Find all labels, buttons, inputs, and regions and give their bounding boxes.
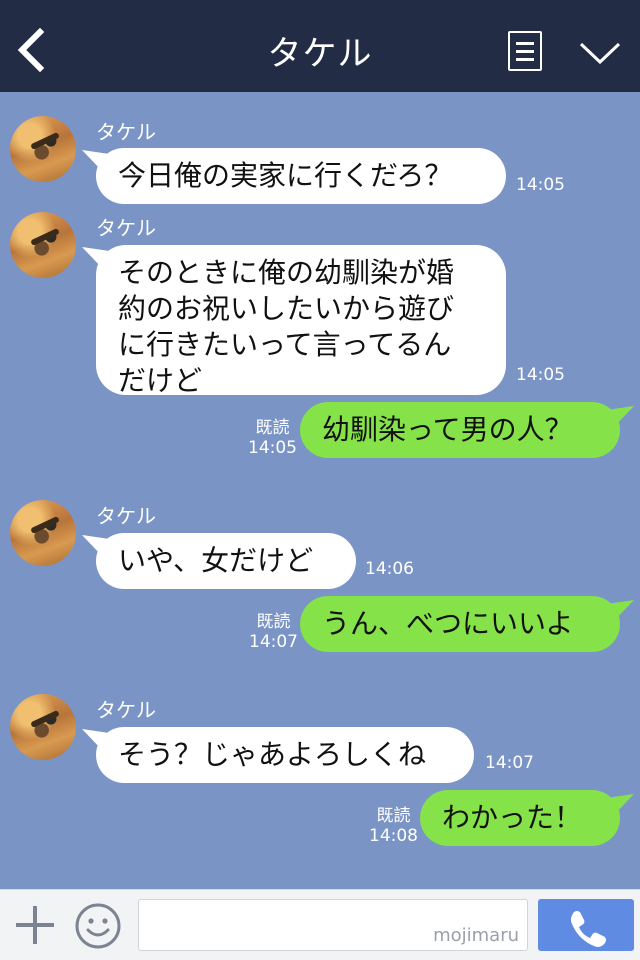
watermark-text: mojimaru [433,925,519,946]
message-bubble-incoming[interactable]: 今日俺の実家に行くだろ？ [96,148,506,204]
sender-name: タケル [96,216,156,240]
message-time: 14:08 [369,826,418,846]
message-time: 14:07 [485,753,534,773]
message-text-line: に行きたいって言ってるん [118,328,452,361]
message-text: わかった！ [442,801,583,834]
message-list[interactable]: タケル 今日俺の実家に行くだろ？ 14:05 タケル そのときに俺の幼馴染が婚 … [0,92,640,889]
back-chevron-icon[interactable] [14,28,50,72]
read-label: 既読 [256,612,291,632]
message-bubble-outgoing[interactable]: わかった！ [420,790,620,846]
read-receipt: 既読 14:08 [369,806,418,846]
smiley-icon[interactable] [74,902,122,950]
chevron-down-icon[interactable] [578,36,622,70]
read-receipt: 既読 14:07 [249,612,298,652]
message-text: うん、べつにいいよ [322,607,574,640]
chat-title: タケル [267,34,373,74]
avatar[interactable] [10,500,76,566]
menu-list-icon[interactable] [508,31,542,71]
read-label: 既読 [376,806,411,826]
message-time: 14:05 [516,365,565,385]
message-input[interactable]: mojimaru [138,899,528,951]
message-text-line: だけど [118,364,203,397]
read-receipt: 既読 14:05 [248,418,297,458]
message-bubble-incoming[interactable]: そう？じゃあよろしくね [96,727,474,783]
message-text: 今日俺の実家に行くだろ？ [118,159,453,192]
message-time: 14:05 [516,175,565,195]
sender-name: タケル [96,504,156,528]
message-bubble-outgoing[interactable]: 幼馴染って男の人？ [300,402,620,458]
message-time: 14:06 [365,559,414,579]
message-bubble-outgoing[interactable]: うん、べつにいいよ [300,596,620,652]
chat-header: タケル [0,0,640,92]
avatar[interactable] [10,694,76,760]
message-bubble-incoming[interactable]: そのときに俺の幼馴染が婚 約のお祝いしたいから遊び に行きたいって言ってるん だ… [96,245,506,397]
message-text-line: そのときに俺の幼馴染が婚 [118,256,455,289]
message-bubble-incoming[interactable]: いや、女だけど [96,533,356,589]
sender-name: タケル [96,120,156,144]
message-text: 幼馴染って男の人？ [322,413,573,446]
message-text: いや、女だけど [118,544,314,577]
plus-icon[interactable] [14,904,56,946]
message-time: 14:07 [249,632,298,652]
call-button[interactable] [538,899,634,951]
message-time: 14:05 [248,438,297,458]
sender-name: タケル [96,698,156,722]
phone-icon [570,910,607,947]
message-text-line: 約のお祝いしたいから遊び [118,292,455,325]
message-text: そう？じゃあよろしくね [118,738,427,771]
avatar[interactable] [10,116,76,182]
input-bar: mojimaru [0,889,640,960]
read-label: 既読 [255,418,290,438]
avatar[interactable] [10,212,76,278]
